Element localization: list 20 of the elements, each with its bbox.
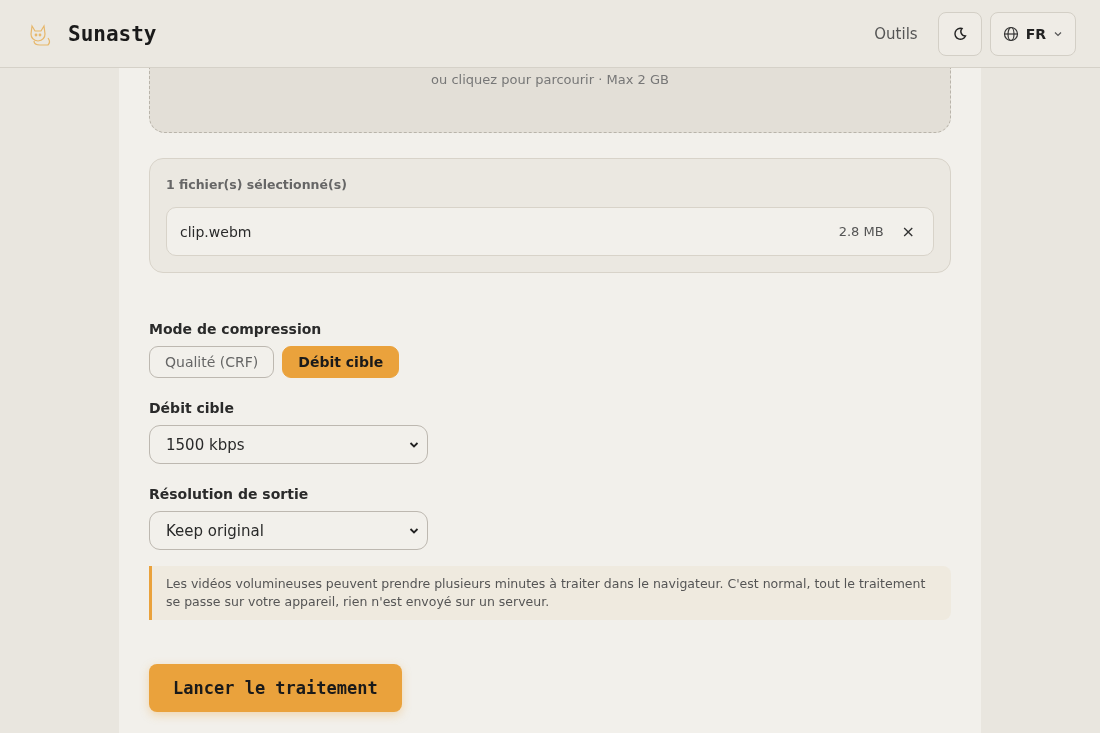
brand-name: Sunasty — [68, 21, 157, 46]
dropzone-hint: ou cliquez pour parcourir · Max 2 GB — [431, 72, 669, 89]
field-label: Débit cible — [149, 400, 235, 416]
select-field[interactable]: Keep original — [149, 511, 428, 550]
field-label: Mode de compression — [149, 321, 323, 337]
info-notice: Les vidéos volumineuses peuvent prendre plusieurs minutes à traiter dans le navigateur. C'est normal, tout le traitement se passe sur votre appareil, rien n'est envoyé sur un serveur. — [149, 566, 951, 620]
field-label: Résolution de sortie — [149, 486, 310, 502]
globe-icon — [1002, 25, 1019, 42]
select-field[interactable]: 1500 kbps — [149, 425, 428, 464]
mode-option[interactable]: Débit cible — [282, 346, 400, 378]
file-name: clip.webm — [180, 223, 253, 240]
moon-icon — [952, 26, 967, 41]
files-count: 1 fichier(s) sélectionné(s) — [166, 177, 348, 192]
theme-toggle-button[interactable] — [937, 11, 982, 56]
remove-button[interactable]: × — [897, 222, 919, 241]
mode-option[interactable]: Qualité (CRF) — [149, 346, 275, 378]
language-button[interactable]: FR — [989, 11, 1076, 56]
tools-link[interactable]: Outils — [874, 24, 918, 43]
start-button[interactable]: Lancer le traitement — [149, 664, 402, 712]
file-size: 2.8 MB — [838, 224, 884, 239]
